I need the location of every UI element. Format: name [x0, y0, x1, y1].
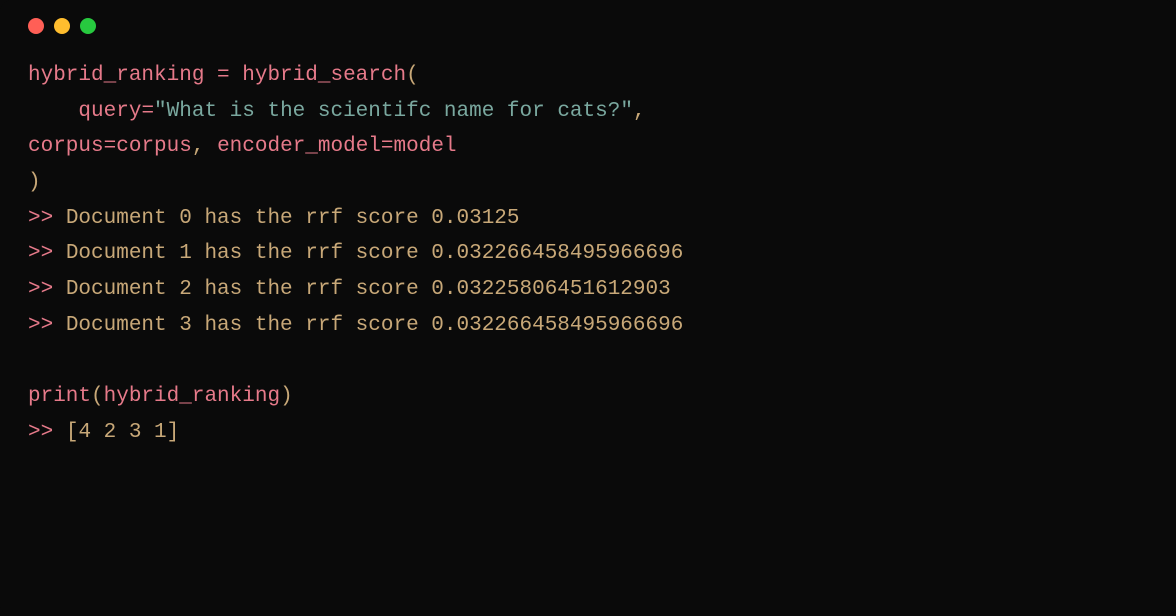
close-icon[interactable] — [28, 18, 44, 34]
output-prompt: >> — [28, 207, 53, 230]
eq-op: = — [104, 135, 117, 158]
paren-close: ) — [280, 385, 293, 408]
output-text: Document 0 has the rrf score 0.03125 — [53, 207, 519, 230]
code-block: hybrid_ranking = hybrid_search( query="W… — [28, 58, 1148, 451]
eq-op: = — [141, 100, 154, 123]
print-arg: hybrid_ranking — [104, 385, 280, 408]
eq-op: = — [381, 135, 394, 158]
maximize-icon[interactable] — [80, 18, 96, 34]
param-query: query — [78, 100, 141, 123]
output-prompt: >> — [28, 421, 53, 444]
print-function: print — [28, 385, 91, 408]
param-encoder: encoder_model — [217, 135, 381, 158]
assignment-op: = — [204, 64, 242, 87]
indent — [28, 100, 78, 123]
string-literal: "What is the scientifc name for cats?" — [154, 100, 633, 123]
space — [53, 421, 66, 444]
terminal-window: hybrid_ranking = hybrid_search( query="W… — [0, 0, 1176, 616]
space — [204, 135, 217, 158]
paren-open: ( — [91, 385, 104, 408]
minimize-icon[interactable] — [54, 18, 70, 34]
comma: , — [192, 135, 205, 158]
comma: , — [633, 100, 646, 123]
paren-open: ( — [406, 64, 419, 87]
arg-model: model — [394, 135, 457, 158]
bracket-open: [ — [66, 421, 79, 444]
output-text: Document 2 has the rrf score 0.032258064… — [53, 278, 671, 301]
bracket-close: ] — [167, 421, 180, 444]
paren-close: ) — [28, 171, 41, 194]
output-text: Document 1 has the rrf score 0.032266458… — [53, 242, 683, 265]
variable-name: hybrid_ranking — [28, 64, 204, 87]
output-prompt: >> — [28, 278, 53, 301]
output-text: Document 3 has the rrf score 0.032266458… — [53, 314, 683, 337]
result-values: 4 2 3 1 — [78, 421, 166, 444]
window-controls — [28, 18, 1148, 34]
param-corpus: corpus — [28, 135, 104, 158]
output-prompt: >> — [28, 314, 53, 337]
output-prompt: >> — [28, 242, 53, 265]
arg-corpus: corpus — [116, 135, 192, 158]
function-name: hybrid_search — [242, 64, 406, 87]
